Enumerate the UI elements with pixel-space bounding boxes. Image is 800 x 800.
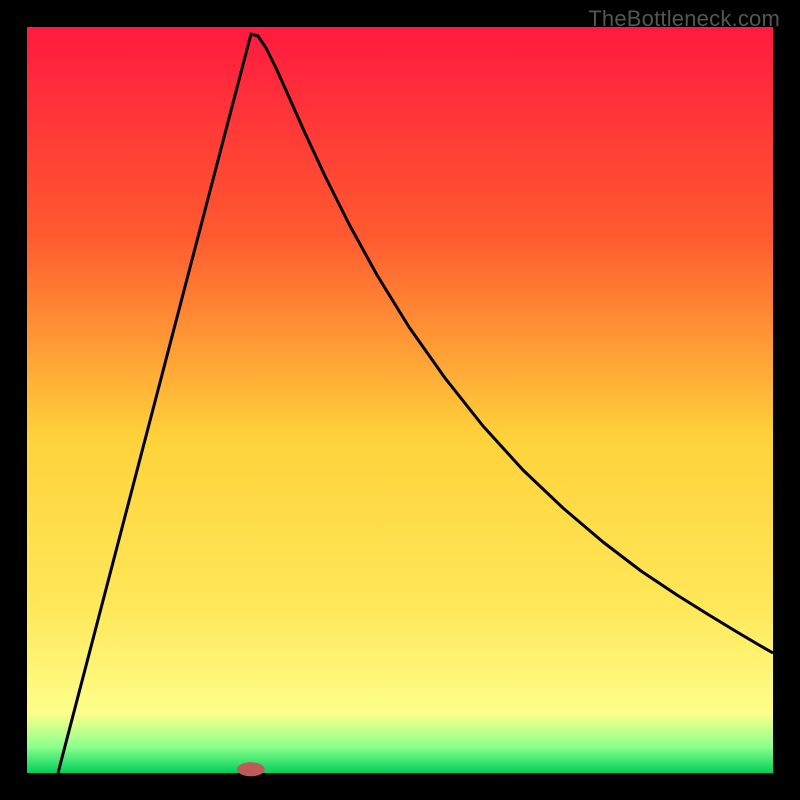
watermark-text: TheBottleneck.com xyxy=(588,6,780,32)
chart-container: TheBottleneck.com xyxy=(0,0,800,800)
curve-minimum-marker xyxy=(237,762,265,776)
bottleneck-chart xyxy=(0,0,800,800)
plot-background xyxy=(27,27,773,773)
